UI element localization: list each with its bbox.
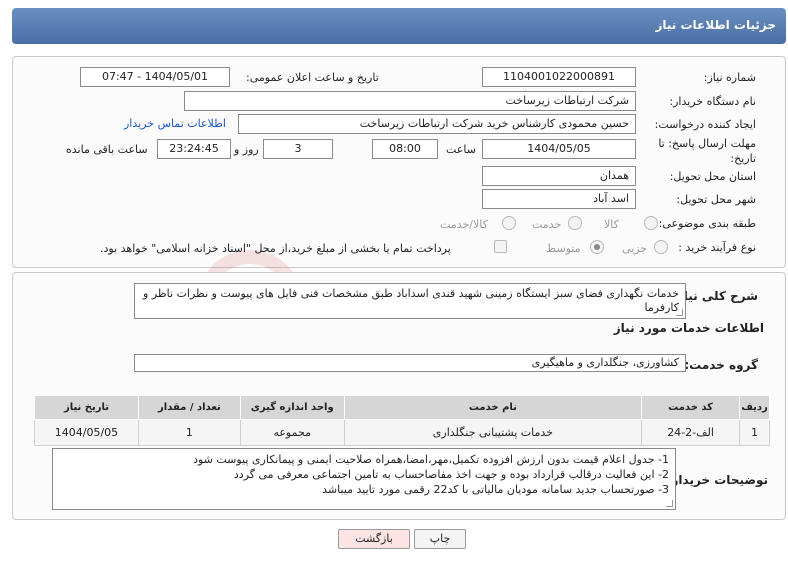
need-number-field[interactable]: 1104001022000891 — [482, 67, 636, 87]
cell-service-code: الف-2-24 — [641, 419, 741, 446]
resize-grip-icon[interactable] — [676, 309, 683, 316]
cell-need-date: 1404/05/05 — [34, 419, 139, 446]
treasury-payment-checkbox[interactable] — [494, 240, 507, 253]
buyer-notes-textarea[interactable]: 1- جدول اعلام قیمت بدون ارزش افزوده تکمی… — [52, 448, 676, 510]
process-label: نوع فرآیند خرید : — [678, 241, 756, 254]
city-field[interactable]: اسد آباد — [482, 189, 636, 209]
process-option-minor: جزیی — [622, 242, 648, 255]
deadline-time-field[interactable]: 08:00 — [372, 139, 438, 159]
days-label: روز و — [234, 143, 259, 156]
category-label: طبقه بندی موضوعی: — [658, 217, 756, 230]
announce-date-field[interactable]: 1404/05/01 - 07:47 — [80, 67, 230, 87]
page-title-bar: جزئیات اطلاعات نیاز — [12, 8, 786, 44]
province-label: استان محل تحویل: — [669, 170, 756, 183]
deadline-date-field[interactable]: 1404/05/05 — [482, 139, 636, 159]
service-group-label: گروه خدمت: — [684, 358, 758, 372]
announce-date-label: تاریخ و ساعت اعلان عمومی: — [246, 71, 379, 84]
category-radio-goods[interactable] — [644, 216, 658, 230]
remaining-time-field[interactable]: 23:24:45 — [157, 139, 231, 159]
table-header-row: ردیف کد خدمت نام خدمت واحد اندازه گیری ت… — [34, 395, 770, 420]
creator-field[interactable]: حسین محمودی کارشناس خرید شرکت ارتباطات ز… — [238, 114, 636, 134]
cell-unit: مجموعه — [239, 419, 345, 446]
need-number-label: شماره نیاز: — [703, 71, 756, 84]
col-header-unit: واحد اندازه گیری — [239, 395, 345, 420]
category-option-service: خدمت — [532, 218, 562, 231]
col-header-service-name: نام خدمت — [343, 395, 643, 420]
days-remaining-field[interactable]: 3 — [263, 139, 333, 159]
col-header-need-date: تاریخ نیاز — [34, 395, 139, 420]
page-title: جزئیات اطلاعات نیاز — [655, 18, 776, 32]
process-radio-minor[interactable] — [654, 240, 668, 254]
cell-row-number: 1 — [739, 419, 770, 446]
deadline-label: مهلت ارسال پاسخ: تا تاریخ: — [658, 137, 756, 165]
creator-label: ایجاد کننده درخواست: — [654, 118, 756, 131]
city-label: شهر محل تحویل: — [676, 193, 756, 206]
service-group-field[interactable]: کشاورزی، جنگلداری و ماهیگیری — [134, 354, 686, 372]
process-option-medium: متوسط — [546, 242, 581, 255]
summary-text: خدمات نگهداری فضای سبز ایستگاه زمینی شهی… — [143, 287, 679, 314]
category-option-goods: کالا — [604, 218, 619, 231]
resize-grip-icon[interactable] — [666, 500, 673, 507]
process-radio-medium[interactable] — [590, 240, 604, 254]
buyer-notes-label: توضیحات خریدار: — [666, 473, 768, 487]
col-header-row-number: ردیف — [739, 395, 770, 420]
buyer-note-line: 3- صورتحساب جدید سامانه مودیان مالیاتی ب… — [322, 483, 669, 496]
services-section-title: اطلاعات خدمات مورد نیاز — [613, 321, 764, 335]
col-header-service-code: کد خدمت — [641, 395, 741, 420]
buyer-org-field[interactable]: شرکت ارتباطات زیرساخت — [184, 91, 636, 111]
buyer-contact-link[interactable]: اطلاعات تماس خریدار — [124, 117, 226, 130]
buyer-note-line: 1- جدول اعلام قیمت بدون ارزش افزوده تکمی… — [193, 453, 669, 466]
table-row[interactable]: 1 الف-2-24 خدمات پشتیبانی جنگلداری مجموع… — [34, 419, 770, 446]
col-header-quantity: تعداد / مقدار — [137, 395, 241, 420]
buyer-org-label: نام دستگاه خریدار: — [669, 95, 756, 108]
category-radio-goods-service[interactable] — [502, 216, 516, 230]
province-field[interactable]: همدان — [482, 166, 636, 186]
services-table: ردیف کد خدمت نام خدمت واحد اندازه گیری ت… — [34, 395, 770, 446]
summary-textarea[interactable]: خدمات نگهداری فضای سبز ایستگاه زمینی شهی… — [134, 283, 686, 319]
buyer-note-line: 2- این فعالیت درقالب قرارداد بوده و جهت … — [233, 468, 669, 481]
print-button[interactable]: چاپ — [414, 529, 466, 549]
category-radio-service[interactable] — [568, 216, 582, 230]
remaining-time-label: ساعت باقی مانده — [66, 143, 148, 156]
cell-quantity: 1 — [137, 419, 241, 446]
back-button[interactable]: بازگشت — [338, 529, 410, 549]
deadline-time-label: ساعت — [446, 143, 476, 156]
category-option-goods-service: کالا/خدمت — [440, 218, 488, 231]
cell-service-name: خدمات پشتیبانی جنگلداری — [343, 419, 643, 446]
treasury-payment-note: پرداخت تمام یا بخشی از مبلغ خرید،از محل … — [100, 242, 451, 255]
